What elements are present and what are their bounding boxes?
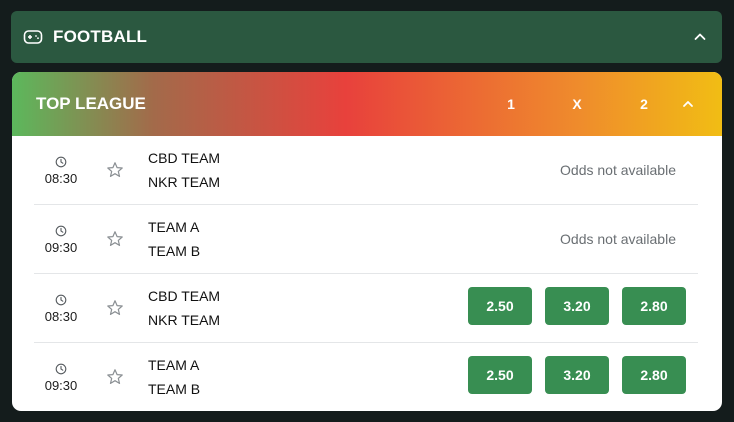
away-team: TEAM B <box>148 243 201 259</box>
match-time: 09:30 <box>44 377 78 393</box>
sport-title: FOOTBALL <box>53 27 148 46</box>
favorite-star-icon[interactable] <box>106 230 124 248</box>
sport-header[interactable]: FOOTBALL <box>11 11 722 63</box>
match-row[interactable]: 09:30 TEAM A TEAM B 2.50 3.20 2.80 <box>34 343 698 411</box>
match-time-block: 09:30 <box>34 343 88 411</box>
favorite-star-icon[interactable] <box>106 368 124 386</box>
home-team: CBD TEAM <box>148 150 221 166</box>
match-row[interactable]: 09:30 TEAM A TEAM B Odds not available <box>34 205 698 274</box>
favorite-star-icon[interactable] <box>106 299 124 317</box>
odds-button-away[interactable]: 2.80 <box>622 287 686 325</box>
home-team: CBD TEAM <box>148 288 221 304</box>
home-team: TEAM A <box>148 357 200 373</box>
match-row[interactable]: 08:30 CBD TEAM NKR TEAM 2.50 3.20 2.80 <box>34 274 698 343</box>
gamepad-icon <box>23 29 43 45</box>
column-label-away: 2 <box>640 96 648 112</box>
odds-button-home[interactable]: 2.50 <box>468 287 532 325</box>
home-team: TEAM A <box>148 219 200 235</box>
away-team: NKR TEAM <box>148 312 221 328</box>
clock-icon <box>55 156 67 168</box>
odds-unavailable-label: Odds not available <box>560 162 676 178</box>
match-row[interactable]: 08:30 CBD TEAM NKR TEAM Odds not availab… <box>34 136 698 205</box>
column-label-home: 1 <box>507 96 515 112</box>
odds-button-home[interactable]: 2.50 <box>468 356 532 394</box>
odds-button-away[interactable]: 2.80 <box>622 356 686 394</box>
match-time: 08:30 <box>44 308 78 324</box>
collapse-league-chevron-up-icon[interactable] <box>680 96 696 112</box>
collapse-sport-chevron-up-icon[interactable] <box>692 29 708 45</box>
match-teams: TEAM A TEAM B <box>148 343 200 411</box>
clock-icon <box>55 225 67 237</box>
match-teams: CBD TEAM NKR TEAM <box>148 274 220 343</box>
match-time: 08:30 <box>44 170 78 186</box>
match-time-block: 08:30 <box>34 274 88 343</box>
match-time-block: 09:30 <box>34 205 88 274</box>
match-teams: CBD TEAM NKR TEAM <box>148 136 220 205</box>
match-teams: TEAM A TEAM B <box>148 205 200 274</box>
match-time-block: 08:30 <box>34 136 88 205</box>
away-team: NKR TEAM <box>148 174 221 190</box>
clock-icon <box>55 294 67 306</box>
away-team: TEAM B <box>148 381 201 397</box>
column-label-draw: X <box>572 96 582 112</box>
odds-button-draw[interactable]: 3.20 <box>545 287 609 325</box>
league-title: TOP LEAGUE <box>36 94 146 113</box>
league-card: TOP LEAGUE 1 X 2 08:30 CBD TEAM NKR TEAM… <box>12 72 722 411</box>
match-time: 09:30 <box>44 239 78 255</box>
odds-unavailable-label: Odds not available <box>560 231 676 247</box>
favorite-star-icon[interactable] <box>106 161 124 179</box>
odds-button-draw[interactable]: 3.20 <box>545 356 609 394</box>
clock-icon <box>55 363 67 375</box>
league-header[interactable]: TOP LEAGUE 1 X 2 <box>12 72 722 136</box>
